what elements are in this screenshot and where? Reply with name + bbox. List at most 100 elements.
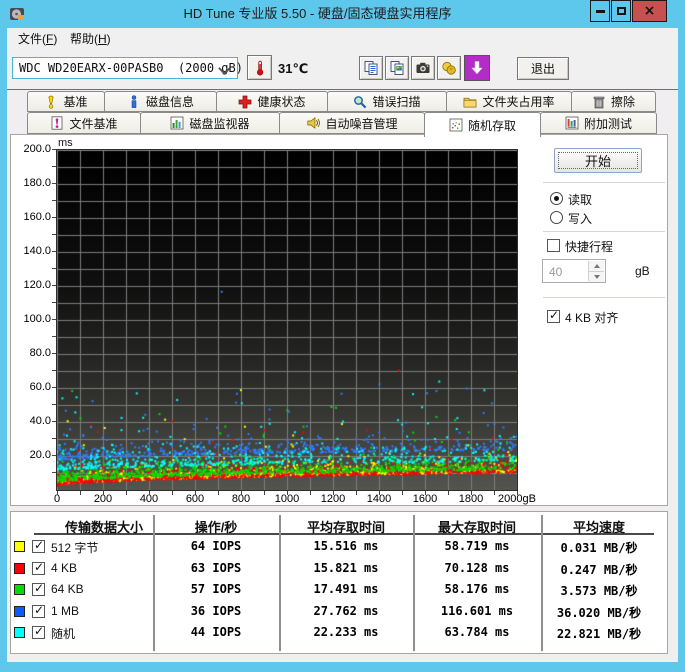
hdtune-window: HD Tune 专业版 5.50 - 硬盘/固态硬盘实用程序 × 文件(F) 帮助… <box>0 0 685 672</box>
y-tick-mark <box>52 285 56 286</box>
y-tick-mark <box>52 234 56 235</box>
spinner-buttons <box>588 261 604 282</box>
x-tick-mark <box>471 491 472 495</box>
client-area: 文件(F) 帮助(H) WDC WD20EARX-00PASB0 (2000 gB… <box>7 28 678 662</box>
copy-text-icon <box>363 60 379 76</box>
short-stroke-size-field[interactable]: 40 <box>542 259 606 283</box>
table-value: 22.233 ms <box>313 625 379 639</box>
maximize-button[interactable] <box>611 0 631 22</box>
copy-image-button[interactable] <box>385 56 409 80</box>
x-tick-mark <box>448 491 449 495</box>
tab-file-benchmark[interactable]: 文件基准 <box>27 112 141 134</box>
x-tick-mark <box>494 491 495 495</box>
y-tick-mark <box>52 353 56 354</box>
y-tick-mark <box>52 166 56 167</box>
spin-down-button[interactable] <box>589 271 604 282</box>
series-checkbox[interactable] <box>32 561 45 575</box>
minimize-button[interactable] <box>590 0 610 22</box>
spin-up-button[interactable] <box>589 261 604 271</box>
series-checkbox[interactable] <box>32 625 45 639</box>
y-tick-mark <box>52 387 56 388</box>
error-scan-icon <box>353 95 367 109</box>
x-tick-mark <box>172 491 173 495</box>
table-header-4: 平均速度 <box>572 520 625 535</box>
y-tick-mark <box>52 319 56 320</box>
series-color-swatch <box>14 627 25 638</box>
tab-label: 文件夹占用率 <box>482 95 555 109</box>
table-value: 0.247 MB/秒 <box>560 562 638 577</box>
series-checkbox[interactable] <box>32 539 45 553</box>
table-value: 3.573 MB/秒 <box>560 584 638 598</box>
series-label: 1 MB <box>51 603 80 618</box>
table-value: 70.128 ms <box>444 560 510 575</box>
erase-icon <box>592 95 606 109</box>
align-4kb-checkbox[interactable] <box>547 309 560 323</box>
benchmark-icon <box>44 94 58 109</box>
y-tick-mark <box>52 268 56 269</box>
tab-benchmark[interactable]: 基准 <box>27 91 105 112</box>
table-header-1: 操作/秒 <box>194 520 238 535</box>
table-value: 64 IOPS <box>190 539 242 553</box>
table-header-3: 最大存取时间 <box>437 520 516 535</box>
tab-label: 擦除 <box>610 95 635 109</box>
table-value: 17.491 ms <box>313 582 379 596</box>
series-checkbox[interactable] <box>32 582 45 596</box>
table-value: 63 IOPS <box>190 560 242 575</box>
close-icon: × <box>643 3 656 19</box>
screenshot-button[interactable] <box>411 56 435 80</box>
table-value: 15.821 ms <box>313 560 379 575</box>
series-checkbox[interactable] <box>32 604 45 618</box>
x-tick-mark <box>310 491 311 495</box>
separator <box>543 297 665 298</box>
table-value: 22.821 MB/秒 <box>556 627 642 641</box>
chevron-down-icon <box>593 275 600 279</box>
tab-health[interactable]: 健康状态 <box>216 91 328 112</box>
series-color-swatch <box>14 584 25 595</box>
coins-icon <box>441 60 457 76</box>
short-stroke-unit-label: gB <box>635 264 650 278</box>
tab-disk-monitor[interactable]: 磁盘监视器 <box>140 112 280 134</box>
update-button[interactable] <box>464 55 490 81</box>
minimize-icon <box>595 9 605 13</box>
x-tick-mark <box>379 491 380 495</box>
short-stroke-size-value: 40 <box>549 265 563 279</box>
exit-button[interactable]: 退出 <box>517 57 569 80</box>
table-header-2: 平均存取时间 <box>306 520 385 535</box>
chevron-up-icon <box>593 264 600 268</box>
short-stroke-checkbox[interactable] <box>547 239 560 252</box>
close-button[interactable]: × <box>632 0 667 22</box>
x-tick-mark <box>80 491 81 495</box>
random-access-icon <box>449 118 463 132</box>
tab-label: 附加测试 <box>583 116 632 131</box>
file-benchmark-icon <box>50 116 64 130</box>
tab-extra-tests[interactable]: 附加测试 <box>540 112 657 134</box>
tab-disk-info[interactable]: 磁盘信息 <box>104 91 217 112</box>
tab-erase[interactable]: 擦除 <box>571 91 656 112</box>
table-value: 58.176 ms <box>444 582 510 596</box>
coins-button[interactable] <box>437 56 461 80</box>
tab-error-scan[interactable]: 错误扫描 <box>327 91 447 112</box>
table-value: 36.020 MB/秒 <box>556 605 642 620</box>
tab-random-access[interactable]: 随机存取 <box>424 112 541 137</box>
tab-aam[interactable]: 自动噪音管理 <box>279 112 425 134</box>
titlebar[interactable]: HD Tune 专业版 5.50 - 硬盘/固态硬盘实用程序 × <box>0 0 685 28</box>
table-value: 116.601 ms <box>440 603 514 618</box>
menu-help[interactable]: 帮助(H) <box>64 28 117 50</box>
menu-file[interactable]: 文件(F) <box>12 28 63 50</box>
temperature-button[interactable] <box>247 55 272 80</box>
start-button[interactable]: 开始 <box>554 148 642 173</box>
y-tick-mark <box>52 370 56 371</box>
series-label: 64 KB <box>51 582 84 596</box>
y-tick-label: 120.0 <box>23 279 51 291</box>
copy-text-button[interactable] <box>359 56 383 80</box>
y-tick-mark <box>52 438 56 439</box>
table-value: 36 IOPS <box>190 603 242 618</box>
y-axis-unit-label: ms <box>58 137 73 149</box>
mode-radio-read[interactable] <box>550 192 563 205</box>
mode-radio-write[interactable] <box>550 211 563 224</box>
tab-folder-usage[interactable]: 文件夹占用率 <box>446 91 572 112</box>
table-value: 15.516 ms <box>313 539 379 553</box>
drive-select[interactable]: WDC WD20EARX-00PASB0 (2000 gB) <box>12 57 243 79</box>
tab-label: 健康状态 <box>257 95 306 109</box>
x-tick-mark <box>402 491 403 495</box>
